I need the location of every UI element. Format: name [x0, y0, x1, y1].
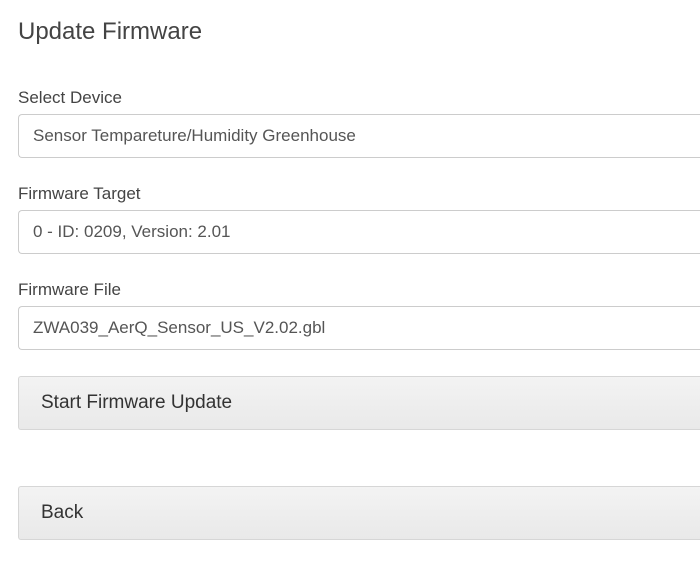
firmware-file-label: Firmware File — [18, 280, 700, 300]
update-firmware-page: Update Firmware Select Device Firmware T… — [0, 0, 700, 540]
page-title: Update Firmware — [18, 18, 700, 46]
firmware-file-input[interactable] — [18, 306, 700, 350]
select-device-group: Select Device — [18, 88, 700, 158]
select-device-label: Select Device — [18, 88, 700, 108]
firmware-target-input[interactable] — [18, 210, 700, 254]
start-button-container: Start Firmware Update — [18, 376, 700, 430]
firmware-file-group: Firmware File — [18, 280, 700, 350]
back-button[interactable]: Back — [18, 486, 700, 540]
start-firmware-update-button[interactable]: Start Firmware Update — [18, 376, 700, 430]
firmware-target-label: Firmware Target — [18, 184, 700, 204]
select-device-input[interactable] — [18, 114, 700, 158]
firmware-target-group: Firmware Target — [18, 184, 700, 254]
back-button-container: Back — [18, 486, 700, 540]
